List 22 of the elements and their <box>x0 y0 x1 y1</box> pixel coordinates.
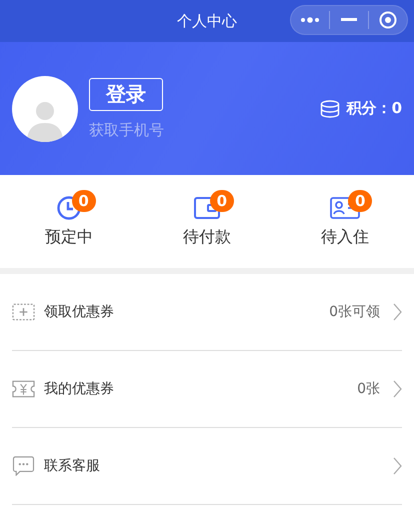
chevron-icon <box>393 380 402 398</box>
order-status-button[interactable]: 0 待入住 <box>276 175 414 268</box>
order-status-button[interactable]: 0 待付款 <box>138 175 276 268</box>
coupon-yen-icon <box>12 379 35 399</box>
coupon-plus-icon <box>12 302 35 322</box>
menu-row[interactable]: 联系客服 <box>12 428 402 505</box>
menu-row[interactable]: 我的优惠券 0张 <box>12 351 402 428</box>
minimize-icon <box>341 18 357 22</box>
count-badge: 0 <box>72 190 96 212</box>
count-badge: 0 <box>210 190 234 212</box>
points-text: 积分：0 <box>346 99 402 118</box>
target-icon <box>379 11 397 29</box>
order-status-button[interactable]: 0 预定中 <box>0 175 138 268</box>
page-title: 个人中心 <box>177 12 237 30</box>
count-badge: 0 <box>348 190 372 212</box>
coins-icon <box>320 100 340 118</box>
chevron-icon <box>393 457 402 475</box>
chevron-icon <box>393 303 402 321</box>
chat-icon <box>12 456 35 476</box>
login-button[interactable]: 登录 <box>89 78 163 110</box>
menu-row[interactable]: 领取优惠券 0张可领 <box>12 274 402 351</box>
more-icon <box>300 16 320 24</box>
